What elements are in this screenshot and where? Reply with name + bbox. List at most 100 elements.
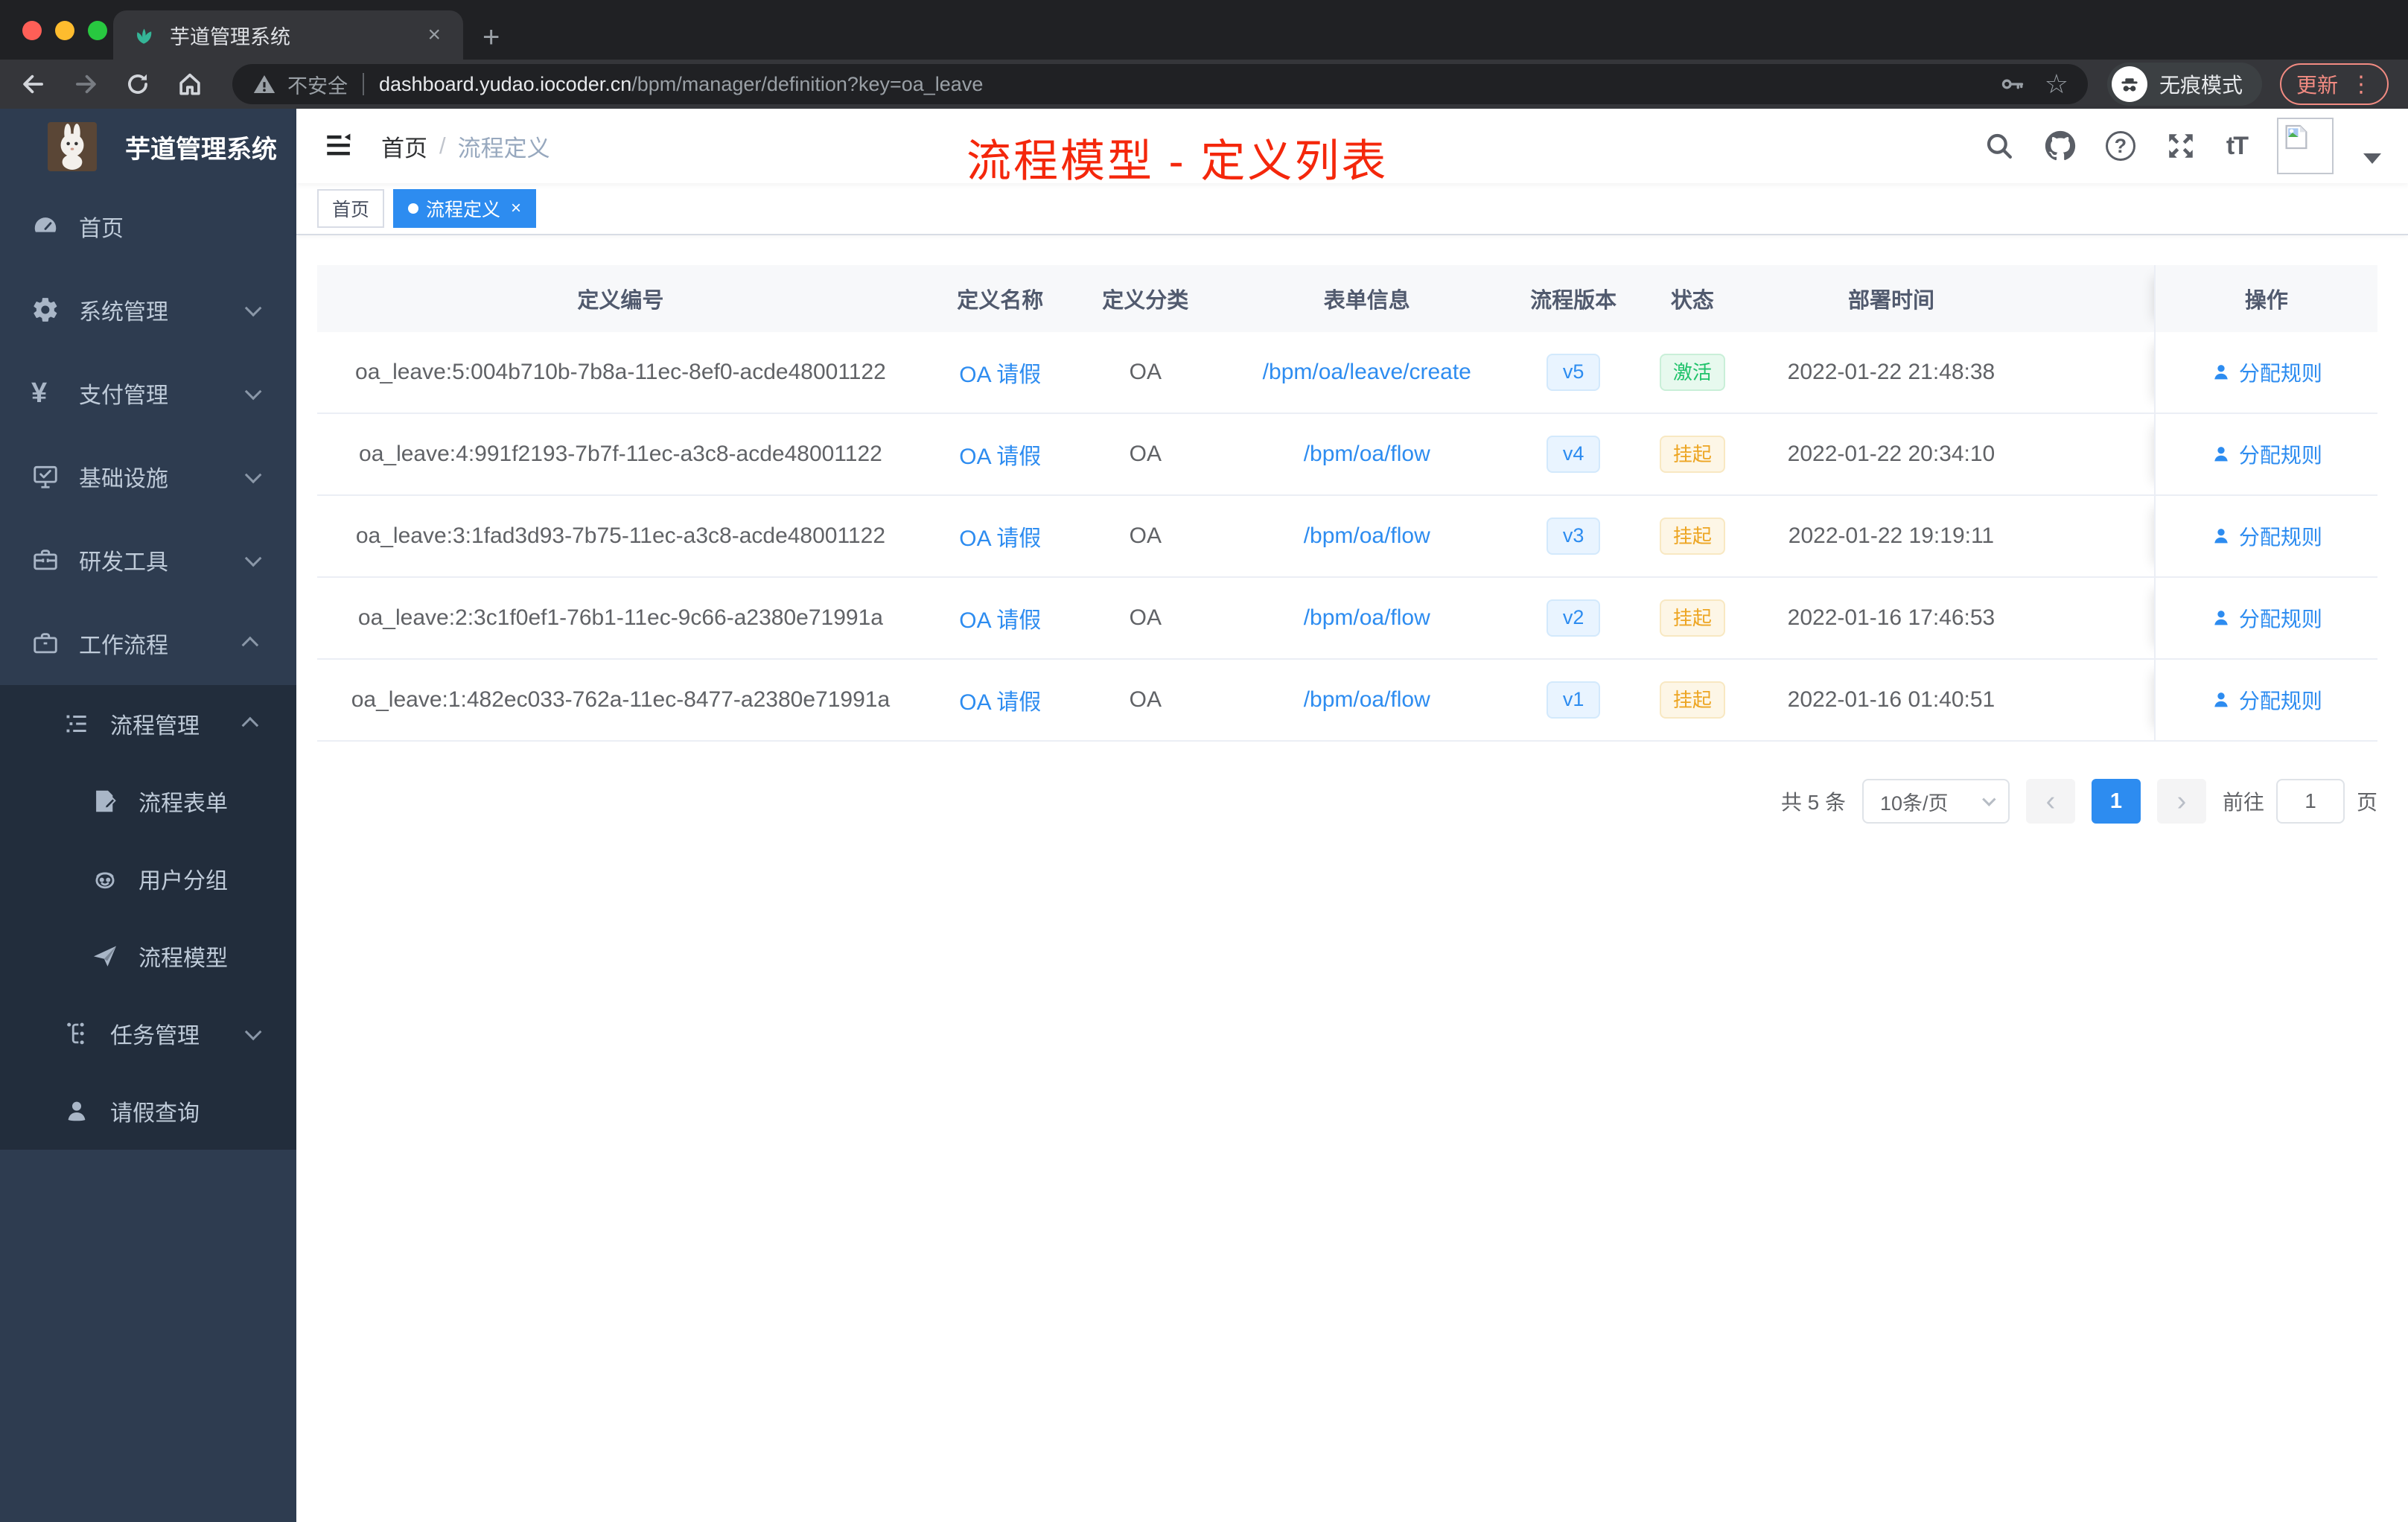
chevron-down-icon [244, 1023, 262, 1041]
paper-plane-icon [91, 941, 125, 971]
sidebar-item-leave-query[interactable]: 请假查询 [0, 1072, 296, 1150]
sidebar-item-infra[interactable]: 基础设施 [0, 435, 296, 518]
col-definition-category: 定义分类 [1102, 289, 1189, 313]
browser-tab[interactable]: 芋道管理系统 × [113, 10, 463, 60]
page-size-value: 10条/页 [1879, 792, 1949, 815]
sidebar-item-process-form[interactable]: 流程表单 [0, 762, 296, 840]
assign-rule-button[interactable]: 分配规则 [2211, 521, 2322, 551]
cell-process-version: v1 [1520, 681, 1628, 719]
cell-actions: 分配规则 [2153, 660, 2377, 740]
cell-actions: 分配规则 [2153, 414, 2377, 494]
sidebar-item-label: 支付管理 [79, 383, 168, 408]
definition-name-link[interactable]: OA 请假 [959, 526, 1041, 551]
browser-tabstrip: 芋道管理系统 × + [0, 0, 2408, 60]
flow-icon [63, 1019, 97, 1048]
assign-rule-label: 分配规则 [2238, 362, 2322, 385]
font-size-icon[interactable]: tT [2226, 132, 2249, 161]
cell-definition-category: OA [1129, 442, 1162, 466]
current-page-button[interactable]: 1 [2091, 779, 2141, 824]
cell-definition-category: OA [1129, 523, 1162, 548]
cell-definition-name: OA 请假 [924, 520, 1077, 553]
col-process-version: 流程版本 [1530, 289, 1617, 313]
form-info-link[interactable]: /bpm/oa/flow [1304, 442, 1430, 466]
sidebar-item-task-mgmt[interactable]: 任务管理 [0, 995, 296, 1072]
assign-rule-button[interactable]: 分配规则 [2211, 439, 2322, 469]
hamburger-icon[interactable] [323, 130, 354, 162]
next-page-button[interactable]: › [2156, 779, 2206, 824]
goto-page-input[interactable] [2275, 779, 2345, 824]
sidebar-item-system[interactable]: 系统管理 [0, 268, 296, 351]
security-label[interactable]: 不安全 [287, 70, 348, 99]
breadcrumb-home[interactable]: 首页 [381, 130, 427, 163]
home-icon[interactable] [176, 70, 204, 98]
prev-page-button[interactable]: ‹ [2025, 779, 2075, 824]
assign-rule-button[interactable]: 分配规则 [2211, 685, 2322, 715]
form-info-link[interactable]: /bpm/oa/flow [1304, 605, 1430, 630]
search-icon[interactable] [1984, 130, 2015, 162]
sidebar-item-user-group[interactable]: 用户分组 [0, 840, 296, 917]
avatar-dropdown-caret-icon[interactable] [2363, 153, 2381, 164]
list-tree-icon [63, 709, 97, 739]
status-badge: 激活 [1659, 353, 1725, 392]
form-info-link[interactable]: /bpm/oa/flow [1304, 523, 1430, 548]
cell-status: 挂起 [1628, 517, 1757, 555]
sidebar-item-payment[interactable]: ¥ 支付管理 [0, 351, 296, 435]
col-definition-id: 定义编号 [577, 289, 664, 313]
sidebar-item-process-model[interactable]: 流程模型 [0, 917, 296, 995]
new-tab-button[interactable]: + [482, 22, 500, 52]
sidebar-item-home[interactable]: 首页 [0, 185, 296, 268]
tab-close-icon[interactable]: × [423, 22, 445, 48]
page-size-select[interactable]: 10条/页 [1861, 779, 2010, 824]
cell-form-info: /bpm/oa/flow [1214, 605, 1520, 631]
sidebar-item-process-mgmt[interactable]: 流程管理 [0, 685, 296, 762]
definition-name-link[interactable]: OA 请假 [959, 690, 1041, 715]
warning-triangle-icon [252, 71, 277, 97]
plant-favicon-icon [131, 22, 156, 48]
tab-process-definition[interactable]: 流程定义 × [393, 189, 537, 228]
bookmark-star-icon[interactable]: ☆ [2045, 71, 2068, 98]
status-badge: 挂起 [1659, 681, 1725, 719]
form-info-link[interactable]: /bpm/oa/leave/create [1263, 360, 1471, 384]
forward-icon[interactable] [71, 70, 100, 98]
cell-definition-id: oa_leave:3:1fad3d93-7b75-11ec-a3c8-acde4… [355, 523, 885, 548]
reload-icon[interactable] [124, 70, 152, 98]
form-info-link[interactable]: /bpm/oa/flow [1304, 687, 1430, 712]
window-minimize-button[interactable] [55, 21, 74, 40]
assign-rule-label: 分配规则 [2238, 444, 2322, 467]
window-close-button[interactable] [22, 21, 42, 40]
cell-deploy-time: 2022-01-16 01:40:51 [1787, 687, 1995, 712]
github-icon[interactable] [2045, 130, 2076, 162]
definition-name-link[interactable]: OA 请假 [959, 608, 1041, 633]
definition-name-link[interactable]: OA 请假 [959, 363, 1041, 387]
password-key-icon[interactable] [1998, 71, 2025, 98]
incognito-badge: 无痕模式 [2106, 63, 2262, 106]
tab-home[interactable]: 首页 [317, 189, 385, 228]
status-badge: 挂起 [1659, 599, 1725, 637]
sidebar-item-label: 系统管理 [79, 300, 168, 325]
fullscreen-icon[interactable] [2165, 130, 2197, 162]
avatar[interactable] [2277, 118, 2334, 174]
address-bar[interactable]: 不安全 dashboard.yudao.iocoder.cn /bpm/mana… [232, 64, 2088, 104]
assign-user-icon [2211, 526, 2232, 547]
sidebar-item-devtools[interactable]: 研发工具 [0, 518, 296, 602]
tag-close-icon[interactable]: × [511, 198, 521, 219]
sidebar-item-workflow[interactable]: 工作流程 [0, 602, 296, 685]
back-icon[interactable] [19, 70, 48, 98]
window-zoom-button[interactable] [88, 21, 107, 40]
cell-status: 挂起 [1628, 435, 1757, 474]
assign-rule-button[interactable]: 分配规则 [2211, 603, 2322, 633]
update-button[interactable]: 更新 ⋮ [2279, 63, 2389, 105]
cell-status: 激活 [1628, 353, 1757, 392]
active-tag-dot [408, 203, 419, 214]
version-tag: v5 [1546, 354, 1601, 391]
help-icon[interactable]: ? [2105, 131, 2135, 161]
definition-name-link[interactable]: OA 请假 [959, 445, 1041, 469]
tab-title: 芋道管理系统 [170, 25, 290, 48]
logo-avatar [48, 122, 97, 171]
version-tag: v1 [1546, 681, 1601, 719]
browser-menu-icon[interactable]: ⋮ [2350, 71, 2372, 98]
cell-definition-id: oa_leave:2:3c1f0ef1-76b1-11ec-9c66-a2380… [357, 605, 883, 630]
monitor-icon [31, 462, 66, 491]
assign-rule-button[interactable]: 分配规则 [2211, 357, 2322, 387]
yen-icon: ¥ [31, 378, 48, 409]
